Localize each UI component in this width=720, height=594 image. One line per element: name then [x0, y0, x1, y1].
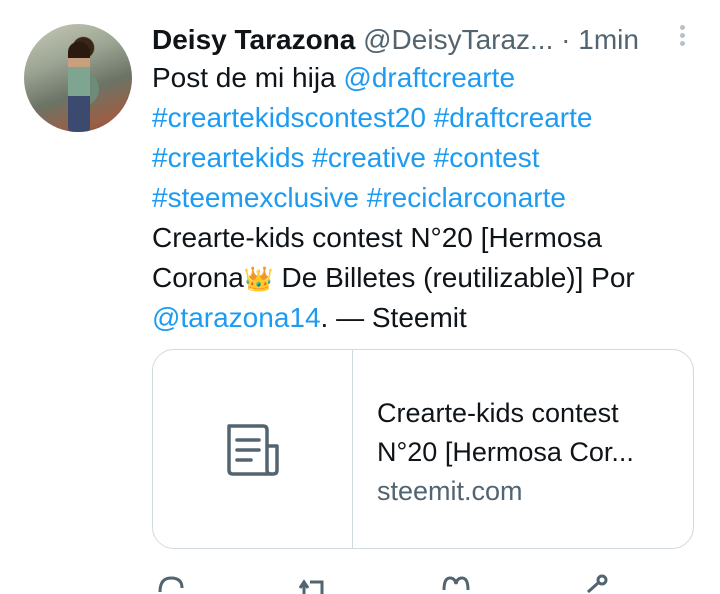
card-title: N°20 [Hermosa Cor...: [377, 437, 634, 467]
more-options-icon[interactable]: [672, 22, 692, 54]
share-icon[interactable]: [580, 574, 612, 594]
hashtag-line[interactable]: #steemexclusive #reciclarconarte: [152, 178, 692, 218]
tweet-line: @tarazona14. — Steemit: [152, 302, 467, 333]
crown-emoji: 👑: [243, 266, 274, 293]
card-domain: steemit.com: [377, 476, 523, 506]
tweet-line: Crearte-kids contest N°20 [Hermosa: [152, 222, 603, 253]
document-icon: [227, 424, 279, 476]
tweet-header: Deisy Tarazona @DeisyTaraz... · 1min: [152, 20, 672, 60]
card-text: Crearte-kids contest N°20 [Hermosa Cor..…: [377, 394, 677, 511]
timestamp[interactable]: 1min: [578, 24, 639, 55]
retweet-icon[interactable]: [296, 574, 328, 594]
mention-link[interactable]: @draftcrearte: [343, 62, 515, 93]
author-handle[interactable]: @DeisyTaraz...: [363, 24, 553, 55]
tweet-line: Post de mi hija @draftcrearte: [152, 62, 516, 93]
author-name[interactable]: Deisy Tarazona: [152, 24, 355, 55]
separator: ·: [561, 24, 571, 55]
mention-link[interactable]: @tarazona14: [152, 302, 321, 333]
hashtag-line[interactable]: #creartekidscontest20 #draftcrearte: [152, 98, 692, 138]
action-bar: [152, 568, 672, 594]
tweet-text: Post de mi hija @draftcrearte #crearteki…: [152, 58, 692, 338]
like-icon[interactable]: [440, 574, 472, 594]
tweet-line: Corona👑 De Billetes (reutilizable)] Por: [152, 262, 635, 293]
card-thumbnail: [153, 350, 353, 548]
link-preview-card[interactable]: Crearte-kids contest N°20 [Hermosa Cor..…: [152, 349, 694, 549]
avatar[interactable]: [24, 24, 132, 132]
card-title: Crearte-kids contest: [377, 398, 619, 428]
reply-icon[interactable]: [156, 574, 186, 594]
hashtag-line[interactable]: #creartekids #creative #contest: [152, 138, 692, 178]
